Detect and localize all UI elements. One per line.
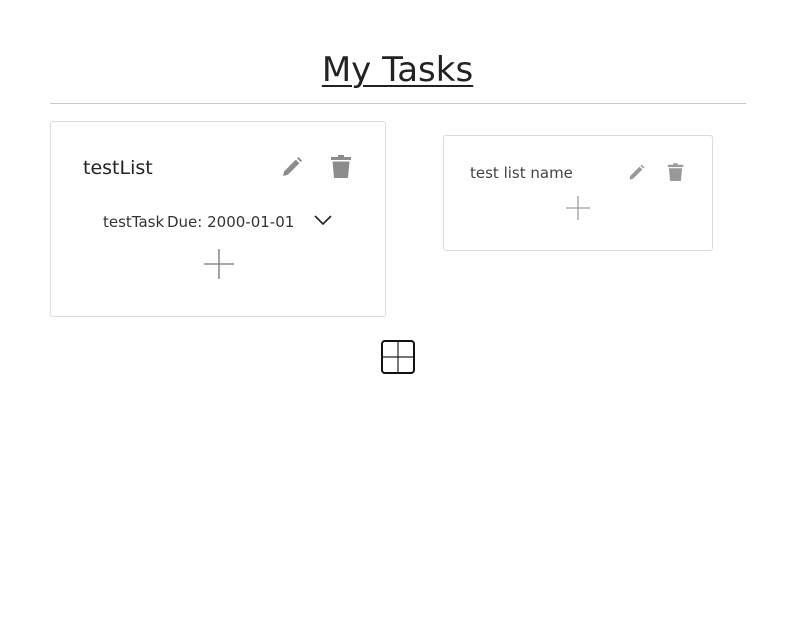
list-title: test list name (470, 164, 573, 182)
list-card: test list name (443, 135, 713, 251)
chevron-down-icon (314, 215, 332, 226)
delete-list-button[interactable] (330, 155, 352, 179)
title-divider (50, 103, 746, 104)
list-card: testList testTask Due: 2000-01-01 (50, 121, 386, 317)
pencil-icon (629, 164, 645, 180)
pencil-icon (283, 157, 302, 176)
plus-square-icon (383, 342, 413, 372)
plus-icon (204, 249, 234, 279)
delete-list-button[interactable] (667, 163, 684, 182)
expand-task-button[interactable] (313, 213, 333, 227)
edit-list-button[interactable] (627, 163, 646, 182)
page-title: My Tasks (321, 50, 474, 90)
add-list-button[interactable] (381, 340, 415, 374)
task-name: testTask (103, 213, 165, 231)
add-task-button[interactable] (203, 248, 235, 284)
add-task-button[interactable] (565, 195, 591, 225)
task-due-date: Due: 2000-01-01 (167, 213, 295, 231)
task-item[interactable]: testTask Due: 2000-01-01 (103, 212, 343, 234)
list-title: testList (83, 157, 153, 179)
edit-list-button[interactable] (280, 155, 304, 179)
trash-icon (667, 163, 684, 181)
plus-icon (566, 196, 590, 220)
trash-icon (331, 155, 351, 178)
